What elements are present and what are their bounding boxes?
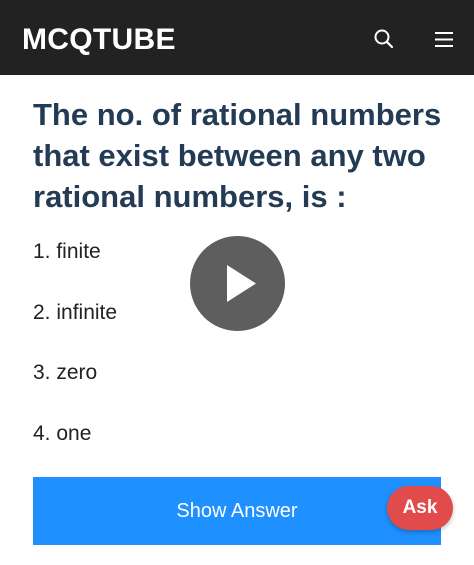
option-3[interactable]: 3. zero bbox=[33, 360, 97, 386]
top-navbar: MCQTUBE bbox=[0, 0, 474, 75]
question-title: The no. of rational numbers that exist b… bbox=[33, 97, 442, 214]
play-icon bbox=[227, 265, 256, 302]
option-4[interactable]: 4. one bbox=[33, 421, 91, 447]
option-1[interactable]: 1. finite bbox=[33, 239, 101, 265]
menu-button[interactable] bbox=[431, 26, 457, 52]
option-2[interactable]: 2. infinite bbox=[33, 300, 117, 326]
ask-button[interactable]: Ask bbox=[387, 486, 453, 530]
site-logo[interactable]: MCQTUBE bbox=[22, 22, 176, 58]
video-play-button[interactable] bbox=[190, 236, 285, 331]
show-answer-button[interactable]: Show Answer bbox=[33, 477, 441, 545]
search-icon bbox=[374, 29, 394, 49]
search-button[interactable] bbox=[371, 26, 397, 52]
menu-icon bbox=[435, 32, 453, 47]
